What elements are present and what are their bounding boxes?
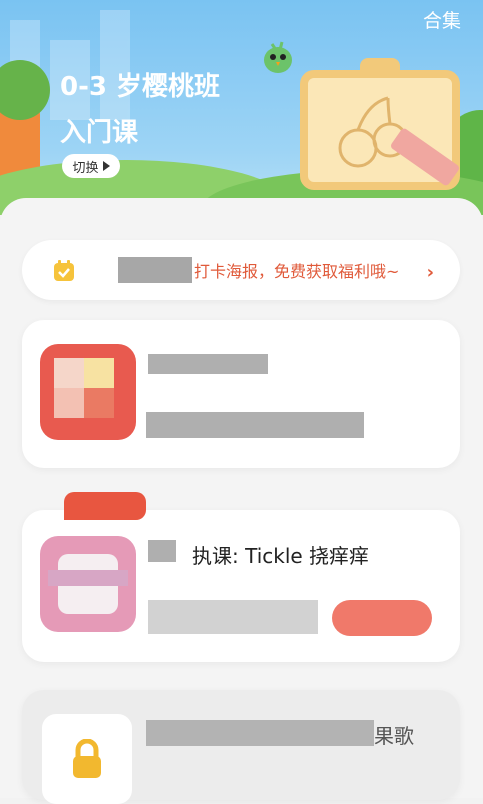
- hero-banner: 合集 0-3 岁樱桃班 入门课 切换: [0, 0, 483, 215]
- blurred-prefix: [148, 540, 176, 562]
- course-card[interactable]: [22, 320, 460, 468]
- course-title: 执课: Tickle 挠痒痒: [192, 544, 370, 568]
- switch-label: 切换: [72, 160, 99, 176]
- chevron-right-icon: ›: [426, 262, 434, 283]
- course-thumbnail-locked: [42, 714, 132, 804]
- blurred-subtitle: [146, 412, 364, 438]
- banner-text: 打卡海报，免费获取福利哦~: [194, 262, 400, 281]
- blurred-title: [148, 354, 268, 374]
- course-card[interactable]: 执课: Tickle 挠痒痒: [22, 492, 460, 662]
- lock-icon: [73, 739, 101, 778]
- title-line-2: 入门课: [60, 118, 139, 148]
- enter-course-button[interactable]: [332, 600, 432, 636]
- switch-button[interactable]: 切换: [62, 154, 120, 178]
- blurred-title: [146, 720, 374, 746]
- page-title: 0-3 岁樱桃班 入门课: [60, 64, 220, 156]
- checkin-banner[interactable]: 打卡海报，免费获取福利哦~ ›: [22, 240, 460, 300]
- course-thumbnail: [40, 344, 136, 440]
- triangle-right-icon: [102, 161, 110, 171]
- title-line-1: 0-3 岁樱桃班: [60, 72, 221, 102]
- course-card-locked[interactable]: 果歌: [22, 690, 460, 804]
- blurred-meta: [148, 600, 318, 634]
- blurred-text: [118, 257, 192, 283]
- calendar-check-icon: [54, 260, 74, 281]
- course-title-suffix: 果歌: [374, 724, 414, 748]
- course-thumbnail: [40, 536, 136, 632]
- bird-icon: [264, 41, 292, 73]
- course-ribbon: [64, 492, 146, 520]
- collection-button[interactable]: 合集: [423, 6, 461, 33]
